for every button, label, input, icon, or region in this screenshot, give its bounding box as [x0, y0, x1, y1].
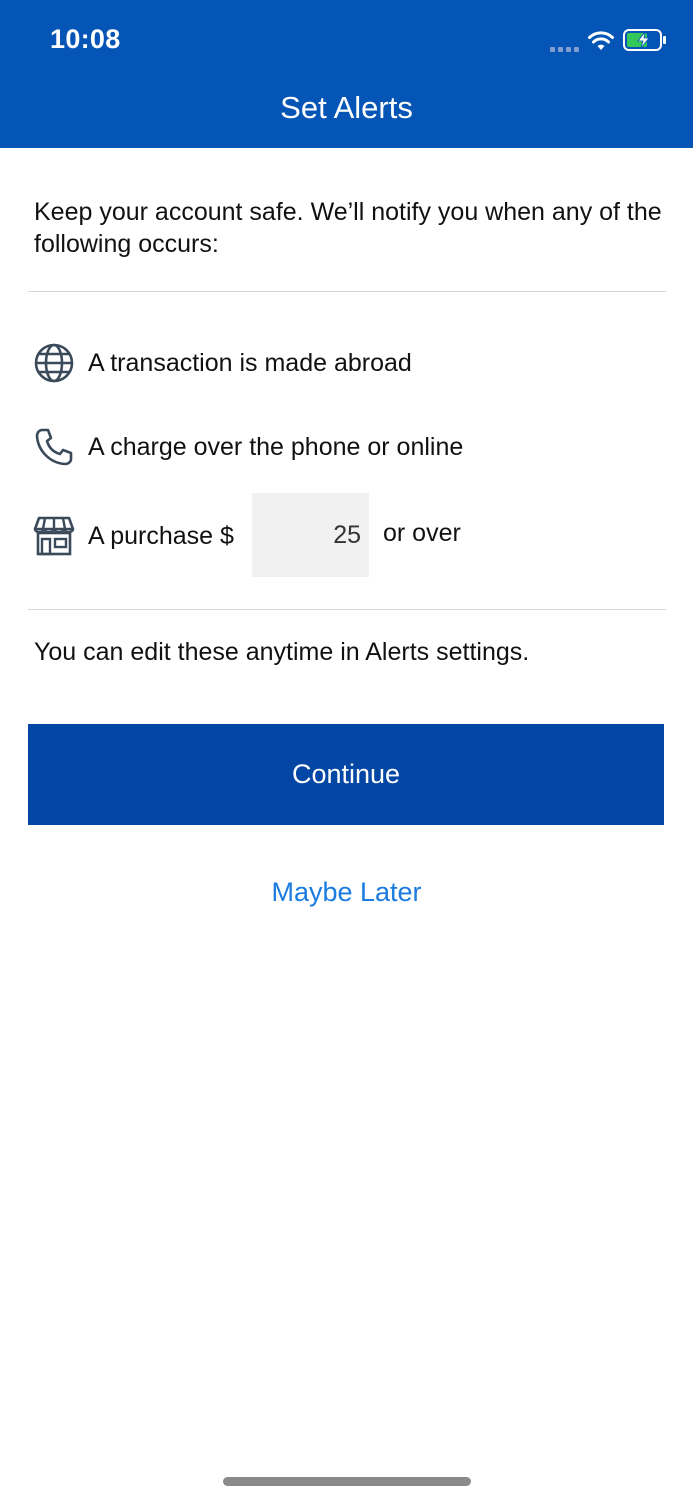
wifi-icon — [587, 29, 615, 56]
alert-label: A transaction is made abroad — [88, 348, 412, 377]
status-time: 10:08 — [50, 24, 121, 54]
phone-icon — [32, 425, 76, 469]
alert-label-suffix: or over — [383, 519, 461, 547]
home-indicator — [223, 1477, 471, 1486]
page-title: Set Alerts — [280, 90, 413, 125]
status-icons — [550, 28, 667, 56]
continue-button[interactable]: Continue — [28, 724, 664, 825]
alert-label-prefix: A purchase $ — [88, 521, 234, 550]
battery-charging-icon — [623, 28, 667, 56]
purchase-amount-input[interactable] — [252, 493, 369, 577]
divider-top — [28, 291, 666, 292]
signal-dots-icon — [550, 32, 579, 52]
divider-bottom — [28, 609, 666, 610]
alert-row-purchase-suffix: or over — [383, 519, 461, 548]
alert-row-phone: A charge over the phone or online — [32, 425, 463, 469]
storefront-icon — [32, 514, 76, 558]
alert-label: A charge over the phone or online — [88, 432, 464, 461]
globe-icon — [32, 341, 76, 385]
app-header: 10:08 Set Alerts — [0, 0, 693, 148]
settings-note: You can edit these anytime in Alerts set… — [34, 638, 530, 666]
alert-row-purchase: A purchase $ — [32, 514, 234, 558]
alert-row-abroad: A transaction is made abroad — [32, 341, 412, 385]
maybe-later-link[interactable]: Maybe Later — [0, 877, 693, 908]
intro-text: Keep your account safe. We’ll notify you… — [34, 198, 662, 258]
